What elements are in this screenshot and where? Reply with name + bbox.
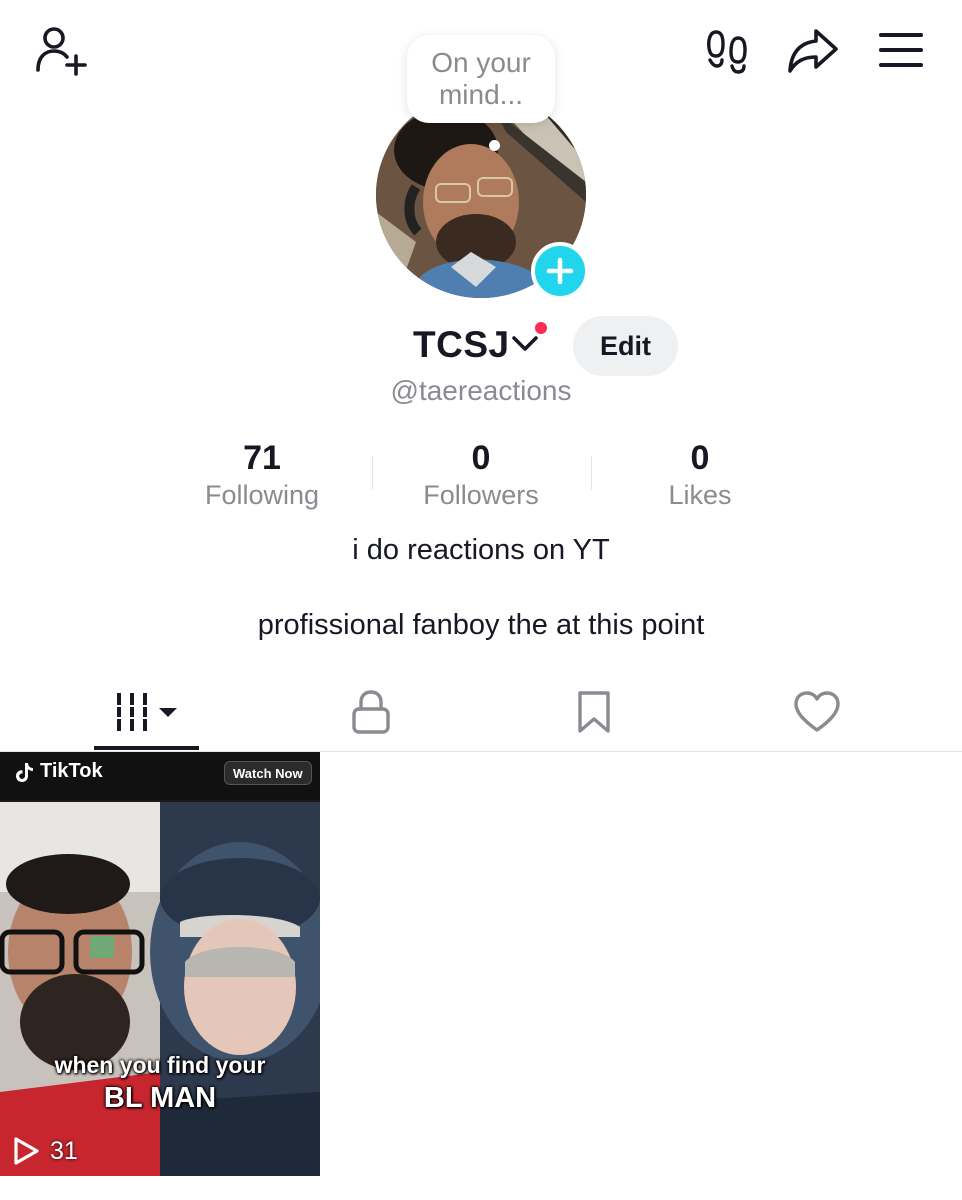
likes-count: 0	[690, 439, 710, 477]
tiktok-brand-text: TikTok	[40, 760, 103, 782]
active-tab-indicator	[94, 746, 199, 750]
tab-saved[interactable]	[541, 672, 646, 752]
followers-label: Followers	[423, 480, 539, 510]
thought-bubble-tail	[489, 140, 500, 151]
video-caption-title: BL MAN	[103, 1082, 217, 1114]
watch-now-button[interactable]: Watch Now	[224, 761, 312, 785]
plus-icon	[546, 257, 574, 285]
bio-line: i do reactions on YT	[352, 534, 610, 566]
view-count-value: 31	[50, 1136, 78, 1165]
add-friend-icon[interactable]	[30, 22, 90, 78]
display-name[interactable]: TCSJ	[413, 324, 510, 366]
thought-bubble-text: On your mind...	[431, 47, 531, 110]
tiktok-logo: TikTok	[14, 760, 103, 783]
stats-divider	[591, 456, 592, 490]
likes-label: Likes	[668, 480, 732, 510]
share-icon[interactable]	[784, 22, 842, 78]
view-count: 31	[12, 1136, 78, 1166]
tab-private[interactable]	[318, 672, 423, 752]
video-caption-line: when you find your	[54, 1052, 266, 1078]
following-count: 71	[243, 439, 281, 477]
thumbnail-image	[0, 802, 320, 1176]
play-icon	[14, 1137, 39, 1165]
chevron-down-icon[interactable]	[511, 335, 539, 358]
stat-likes[interactable]: 0 Likes	[590, 438, 810, 512]
lock-icon	[351, 690, 390, 734]
videos-grid-icon	[116, 693, 177, 731]
profile-name-row: TCSJ Edit	[0, 316, 962, 376]
bio-line: profissional fanboy the at this point	[257, 609, 705, 641]
stat-following[interactable]: 71 Following	[152, 438, 372, 512]
add-story-button[interactable]	[531, 242, 589, 300]
tab-liked[interactable]	[764, 672, 869, 752]
footprints-icon[interactable]	[700, 22, 754, 78]
following-label: Following	[204, 480, 320, 510]
heart-icon	[793, 691, 840, 732]
bookmark-icon	[577, 691, 610, 733]
thumbnail-header: TikTok Watch Now	[0, 752, 320, 800]
profile-stats: 71 Following 0 Followers 0 Likes	[0, 438, 962, 518]
username-handle: @taereactions	[390, 375, 572, 406]
notification-dot	[533, 320, 549, 336]
followers-count: 0	[471, 439, 491, 477]
tiktok-note-icon	[16, 762, 33, 782]
thought-bubble[interactable]: On your mind...	[407, 35, 555, 123]
menu-icon[interactable]	[874, 26, 928, 74]
stat-followers[interactable]: 0 Followers	[371, 438, 591, 512]
profile-tabs	[0, 672, 962, 752]
tab-videos[interactable]	[94, 672, 199, 752]
edit-profile-button[interactable]: Edit	[573, 316, 678, 376]
stats-divider	[372, 456, 373, 490]
